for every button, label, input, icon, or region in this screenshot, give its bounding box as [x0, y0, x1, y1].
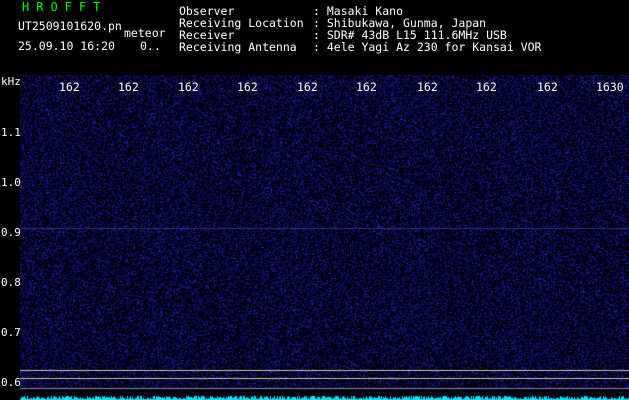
x-tick-label: 1630	[596, 80, 624, 94]
x-tick-label: 162	[178, 80, 199, 94]
x-tick-label: 162	[476, 80, 497, 94]
brand-title: HROFFT	[22, 0, 108, 14]
file-suffix: meteor	[124, 26, 166, 40]
spectrogram-canvas	[20, 75, 629, 400]
x-tick-label: 162	[237, 80, 258, 94]
x-tick-label: 162	[417, 80, 438, 94]
x-tick-label: 162	[356, 80, 377, 94]
antenna-value: : 4ele Yagi Az 230 for Kansai VOR	[313, 40, 542, 54]
file-name: UT2509101620.pn	[18, 19, 122, 33]
y-tick-label: 0.8	[1, 276, 21, 289]
meteor-count: 0..	[140, 39, 161, 53]
y-tick-label: 0.9	[1, 226, 21, 239]
date-time: 25.09.10 16:20	[18, 39, 115, 53]
x-tick-label: 162	[537, 80, 558, 94]
y-tick-label: 1.0	[1, 176, 21, 189]
antenna-label: Receiving Antenna	[179, 40, 297, 54]
header-panel: HROFFT UT2509101620.pn meteor 25.09.10 1…	[0, 0, 629, 74]
x-tick-label: 162	[59, 80, 80, 94]
x-tick-label: 162	[118, 80, 139, 94]
x-tick-label: 162	[297, 80, 318, 94]
y-tick-label: 1.1	[1, 126, 21, 139]
y-tick-label: 0.6	[1, 376, 21, 389]
y-axis-unit: kHz	[1, 75, 21, 88]
y-tick-label: 0.7	[1, 326, 21, 339]
